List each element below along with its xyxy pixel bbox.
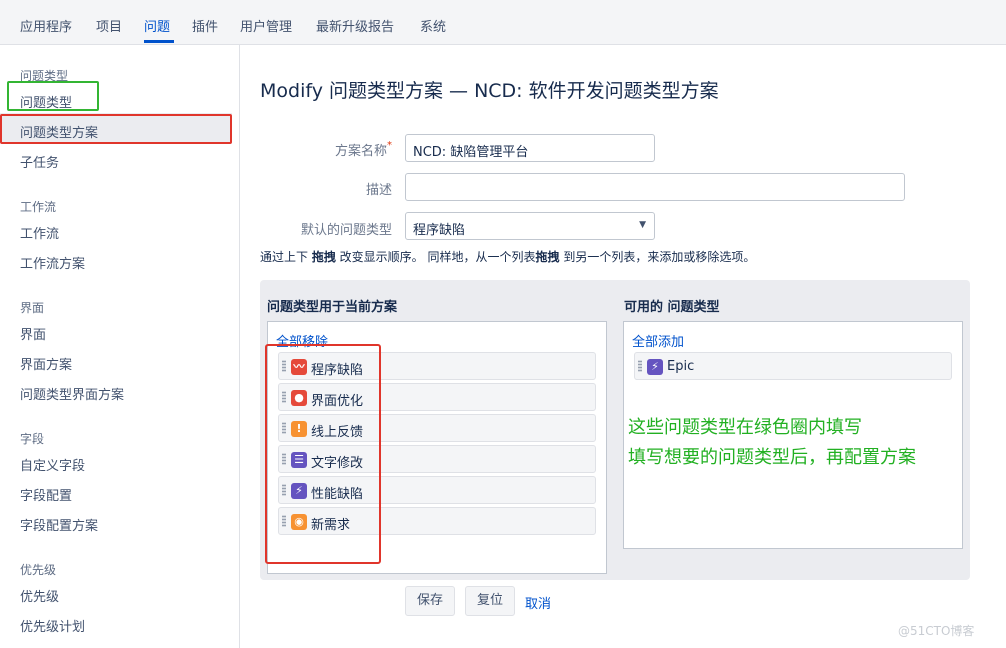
sidebar-heading-fields: 字段 (20, 432, 45, 446)
drag-hint: 通过上下 拖拽 改变显示顺序。 同样地，从一个列表拖拽 到另一个列表，来添加或移… (260, 250, 756, 264)
sidebar-item-workflow-schemes[interactable]: 工作流方案 (20, 253, 85, 272)
page-title: Modify 问题类型方案 — NCD: 软件开发问题类型方案 (260, 80, 719, 102)
save-button[interactable]: 保存 (405, 586, 455, 616)
reset-button[interactable]: 复位 (465, 586, 515, 616)
dropdown-arrow-icon: ▼ (639, 220, 646, 230)
nav-apps[interactable]: 应用程序 (20, 16, 72, 35)
nav-user-management[interactable]: 用户管理 (240, 16, 292, 35)
required-marker: * (387, 140, 392, 151)
default-issue-type-value: 程序缺陷 (413, 223, 466, 238)
default-issue-type-select[interactable]: 程序缺陷 ▼ (405, 212, 655, 240)
sidebar-item-screen-schemes[interactable]: 界面方案 (20, 354, 72, 373)
watermark: @51CTO博客 (898, 624, 975, 638)
epic-icon: ⚡ (647, 359, 663, 375)
default-issue-type-label: 默认的问题类型 (300, 223, 392, 238)
sidebar-heading-screens: 界面 (20, 301, 45, 315)
sidebar-item-custom-fields[interactable]: 自定义字段 (20, 455, 85, 474)
green-highlight-box (7, 81, 99, 111)
sidebar-item-priorities[interactable]: 优先级 (20, 586, 59, 605)
annotation-line-1: 这些问题类型在绿色圈内填写 (628, 417, 862, 438)
nav-upgrade-report[interactable]: 最新升级报告 (316, 16, 394, 35)
red-highlight-box-list (265, 344, 381, 564)
scheme-name-input[interactable]: NCD: 缺陷管理平台 (405, 134, 655, 162)
scheme-name-label: 方案名称* (334, 140, 392, 159)
top-nav: 应用程序 项目 问题 插件 用户管理 最新升级报告 系统 (0, 0, 1006, 45)
sidebar-item-priority-schemes[interactable]: 优先级计划 (20, 616, 85, 635)
nav-projects[interactable]: 项目 (96, 16, 122, 35)
nav-addons[interactable]: 插件 (192, 16, 218, 35)
sidebar: 问题类型 问题类型 问题类型方案 子任务 工作流 工作流 工作流方案 界面 界面… (0, 45, 240, 648)
nav-system[interactable]: 系统 (420, 16, 446, 35)
available-types-title: 可用的 问题类型 (624, 300, 720, 315)
sidebar-heading-priorities: 优先级 (20, 563, 57, 577)
sidebar-item-screens[interactable]: 界面 (20, 324, 46, 343)
description-label: 描述 (365, 183, 392, 198)
description-input[interactable] (405, 173, 905, 201)
nav-active-indicator (144, 40, 174, 43)
issue-type-name: Epic (667, 359, 695, 374)
red-highlight-box-sidebar (0, 114, 232, 144)
current-types-title: 问题类型用于当前方案 (267, 300, 398, 315)
available-type-row[interactable]: ⚡ Epic (634, 352, 952, 380)
nav-issues[interactable]: 问题 (144, 16, 170, 35)
sidebar-item-workflows[interactable]: 工作流 (20, 223, 59, 242)
sidebar-item-issue-type-screen-schemes[interactable]: 问题类型界面方案 (20, 384, 124, 403)
sidebar-heading-workflows: 工作流 (20, 200, 57, 214)
drag-handle-icon[interactable] (638, 360, 642, 372)
sidebar-item-subtasks[interactable]: 子任务 (20, 152, 59, 171)
cancel-link[interactable]: 取消 (525, 593, 551, 612)
sidebar-item-field-configuration-schemes[interactable]: 字段配置方案 (20, 515, 98, 534)
sidebar-item-field-configurations[interactable]: 字段配置 (20, 485, 72, 504)
annotation-line-2: 填写想要的问题类型后，再配置方案 (628, 447, 916, 468)
add-all-link[interactable]: 全部添加 (632, 331, 684, 350)
